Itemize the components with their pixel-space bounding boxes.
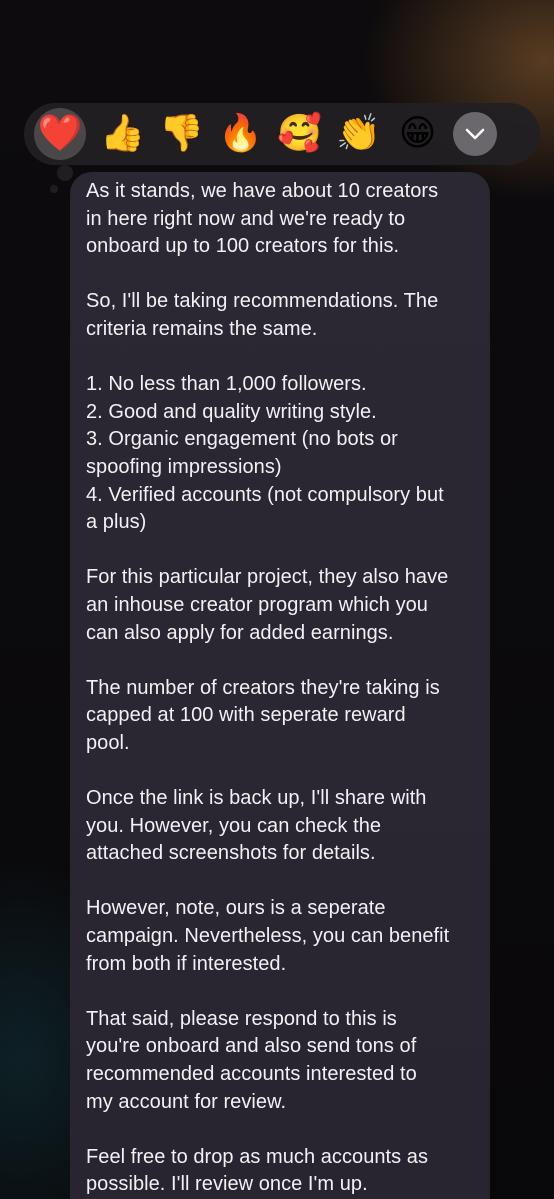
reaction-bar: ❤️ 👍 👎 🔥 🥰 👏 😁 [24, 103, 540, 165]
message-line: pool. [86, 731, 130, 754]
message-line: Once the link is back up, I'll share wit… [86, 787, 427, 810]
reaction-bar-tail-small [50, 185, 58, 193]
message-line: an inhouse creator program which you [86, 593, 428, 616]
reaction-clapping-hands[interactable]: 👏 [329, 109, 388, 159]
fire-icon: 🔥 [218, 113, 263, 154]
chevron-down-icon [465, 128, 485, 140]
message-line: However, note, ours is a seperate [86, 897, 386, 920]
message-line: 2. Good and quality writing style. [86, 400, 377, 423]
message-line: 4. Verified accounts (not compulsory but [86, 483, 444, 506]
message-line: a plus) [86, 511, 147, 534]
message-line: possible. I'll review once I'm up. [86, 1173, 368, 1196]
message-line: So, I'll be taking recommendations. The [86, 290, 439, 313]
message-line: 1. No less than 1,000 followers. [86, 373, 367, 396]
clapping-hands-icon: 👏 [336, 113, 381, 154]
reaction-fire[interactable]: 🔥 [211, 109, 270, 159]
reaction-bar-tail [57, 165, 73, 181]
message-line: from both if interested. [86, 952, 287, 975]
message-line: in here right now and we're ready to [86, 207, 406, 230]
chat-screen: ❤️ 👍 👎 🔥 🥰 👏 😁 As it stands, we have abo… [0, 0, 554, 1199]
red-heart-icon: ❤️ [37, 113, 83, 154]
message-line: my account for review. [86, 1090, 287, 1113]
message-line: capped at 100 with seperate reward [86, 704, 406, 727]
message-line: That said, please respond to this is [86, 1007, 397, 1030]
message-text: As it stands, we have about 10 creators … [86, 178, 476, 1199]
message-line: Feel free to drop as much accounts as [86, 1145, 429, 1168]
message-line: you're onboard and also send tons of [86, 1035, 417, 1058]
message-line: you. However, you can check the [86, 814, 382, 837]
beaming-face-icon: 😁 [398, 113, 437, 154]
message-line: campaign. Nevertheless, you can benefit [86, 925, 450, 948]
message-line: can also apply for added earnings. [86, 621, 394, 644]
expand-reactions-button[interactable] [453, 112, 497, 156]
message-line: criteria remains the same. [86, 317, 318, 340]
reaction-red-heart[interactable]: ❤️ [34, 108, 86, 160]
reaction-thumbs-up[interactable]: 👍 [93, 109, 152, 159]
message-bubble[interactable]: As it stands, we have about 10 creators … [70, 172, 490, 1199]
thumbs-up-icon: 👍 [100, 113, 145, 154]
reaction-beaming-face[interactable]: 😁 [388, 109, 447, 159]
message-line: As it stands, we have about 10 creators [86, 180, 439, 202]
message-line: recommended accounts interested to [86, 1063, 417, 1085]
message-line: The number of creators they're taking is [86, 676, 440, 699]
message-line: For this particular project, they also h… [86, 566, 449, 589]
message-line: attached screenshots for details. [86, 842, 376, 865]
reaction-smiling-face-with-hearts[interactable]: 🥰 [270, 109, 329, 159]
thumbs-down-icon: 👎 [159, 113, 204, 154]
message-line: spoofing impressions) [86, 455, 282, 478]
smiling-face-with-hearts-icon: 🥰 [277, 113, 322, 154]
reaction-thumbs-down[interactable]: 👎 [152, 109, 211, 159]
message-line: onboard up to 100 creators for this. [86, 235, 400, 258]
message-line: 3. Organic engagement (no bots or [86, 428, 398, 451]
